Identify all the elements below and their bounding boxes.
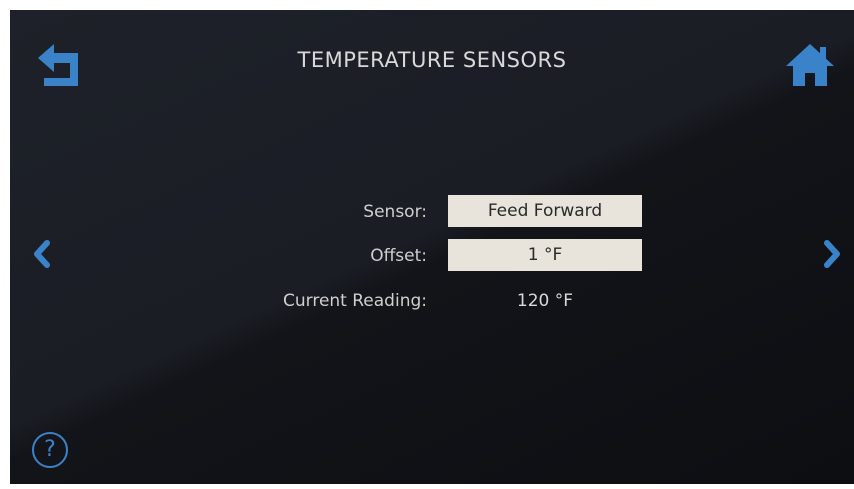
current-reading-value: 120 °F (516, 291, 574, 311)
current-reading-label: Current Reading: (283, 291, 427, 311)
offset-label: Offset: (370, 246, 427, 266)
sensor-label: Sensor: (363, 202, 427, 222)
help-icon: ? (44, 437, 56, 462)
sensor-form: Sensor: Feed Forward Offset: 1 °F Curren… (10, 10, 854, 484)
offset-field[interactable]: 1 °F (448, 239, 642, 271)
sensor-select[interactable]: Feed Forward (448, 195, 642, 227)
help-button[interactable]: ? (32, 432, 68, 468)
screen: TEMPERATURE SENSORS Sensor: Feed Forward… (10, 10, 854, 484)
